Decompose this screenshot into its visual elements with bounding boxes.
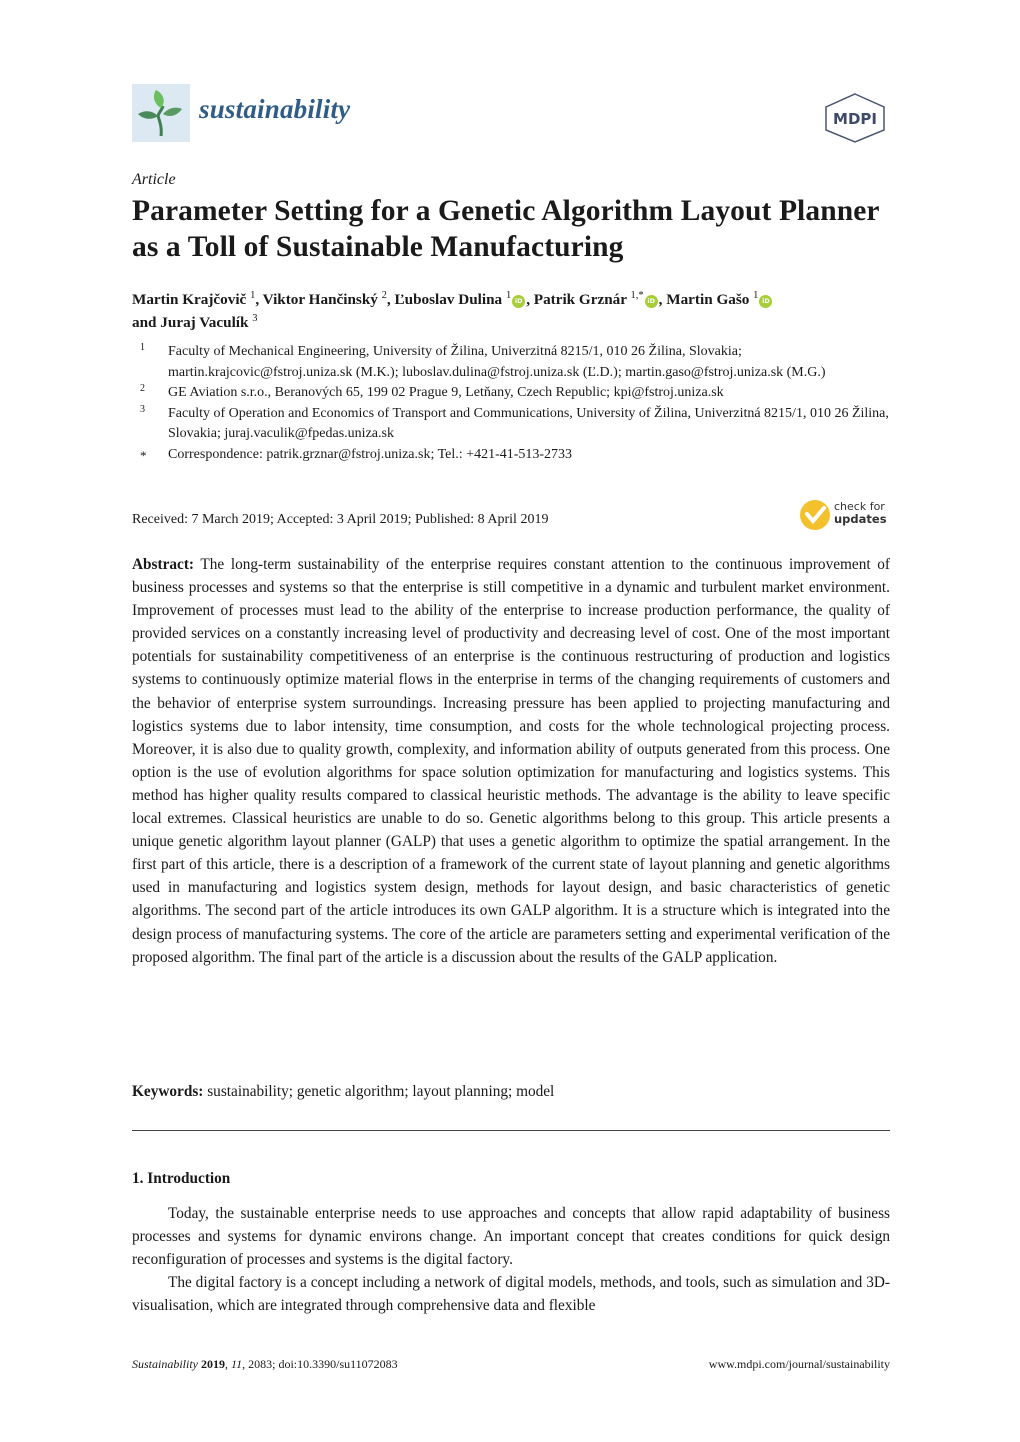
affiliations: 1 Faculty of Mechanical Engineering, Univ… (132, 342, 892, 466)
keywords-text: sustainability; genetic algorithm; layou… (207, 1083, 555, 1100)
orcid-icon[interactable]: iD (644, 295, 658, 308)
author-name: Patrik Grznár (533, 291, 631, 308)
separator: , (386, 291, 395, 308)
paragraph: The digital factory is a concept includi… (132, 1274, 890, 1314)
footer-doi: , 2083; doi:10.3390/su11072083 (242, 1357, 398, 1371)
separator: , (255, 291, 263, 308)
introduction-body: Today, the sustainable enterprise needs … (132, 1202, 890, 1317)
affiliation-mark: 3 (140, 403, 145, 415)
affiliation-mark: 2 (140, 383, 145, 395)
paragraph: Today, the sustainable enterprise needs … (132, 1205, 890, 1268)
citation-footer: Sustainability 2019, 11, 2083; doi:10.33… (132, 1357, 398, 1371)
affiliation-mark: 1 (140, 342, 145, 353)
abstract-label: Abstract: (132, 556, 195, 573)
affiliation-ref: 3 (252, 313, 258, 324)
updates-label: updates (834, 512, 887, 526)
author-name: Martin Krajčovič (132, 291, 251, 308)
affiliation-item: 1 Faculty of Mechanical Engineering, Univ… (132, 342, 892, 383)
affiliation-text: Correspondence: patrik.grznar@fstroj.uni… (168, 446, 573, 462)
abstract-text: The long-term sustainability of the ente… (132, 556, 890, 966)
affiliation-item: * Correspondence: patrik.grznar@fstroj.un… (132, 445, 892, 466)
keywords-label: Keywords: (132, 1083, 204, 1100)
journal-url-link[interactable]: www.mdpi.com/journal/sustainability (709, 1357, 890, 1372)
affiliation-ref: 1 (753, 290, 759, 301)
journal-name: sustainability (199, 94, 351, 124)
affiliation-ref: 1 (505, 290, 512, 301)
article-type: Article (132, 171, 176, 188)
paper-title: Parameter Setting for a Genetic Algorith… (132, 195, 880, 263)
author-name: Viktor Hančinský (262, 291, 382, 308)
svg-text:MDPI: MDPI (833, 110, 877, 128)
mdpi-logo: MDPI (820, 92, 890, 144)
journal-header: sustainability MDPI (132, 82, 890, 144)
publication-dates: Received: 7 March 2019; Accepted: 3 Apri… (132, 512, 549, 527)
affiliation-text: GE Aviation s.r.o., Beranových 65, 199 0… (168, 385, 724, 401)
section-heading: 1. Introduction (132, 1170, 231, 1187)
orcid-icon[interactable]: iD (759, 295, 773, 308)
author-name: Ľuboslav Dulina (394, 291, 506, 308)
footer-volume: 11 (231, 1357, 243, 1371)
affiliation-ref: 1,* (630, 290, 644, 301)
sprout-leaf-icon (132, 84, 190, 142)
affiliation-item: 2 GE Aviation s.r.o., Beranových 65, 199 … (132, 383, 892, 404)
author-name: and Juraj Vaculík (132, 314, 253, 331)
separator: , (526, 291, 534, 308)
check-for-updates-button[interactable]: check for updates (800, 499, 895, 531)
orcid-icon[interactable]: iD (512, 295, 526, 308)
affiliation-mark: * (140, 447, 147, 463)
footer-year: 2019 (201, 1357, 225, 1371)
keywords: Keywords: sustainability; genetic algori… (132, 1083, 890, 1101)
footer-journal: Sustainability (132, 1357, 198, 1371)
checkmark-icon (800, 500, 830, 530)
affiliation-text: Faculty of Operation and Economics of Tr… (168, 405, 889, 442)
affiliation-text: Faculty of Mechanical Engineering, Unive… (168, 344, 826, 380)
affiliation-item: 3 Faculty of Operation and Economics of T… (132, 404, 892, 445)
abstract: Abstract: The long-term sustainability o… (132, 553, 890, 969)
author-list: Martin Krajčovič 1, Viktor Hančinský 2, … (132, 288, 902, 334)
author-name: Martin Gašo (666, 291, 754, 308)
section-divider (132, 1130, 890, 1131)
